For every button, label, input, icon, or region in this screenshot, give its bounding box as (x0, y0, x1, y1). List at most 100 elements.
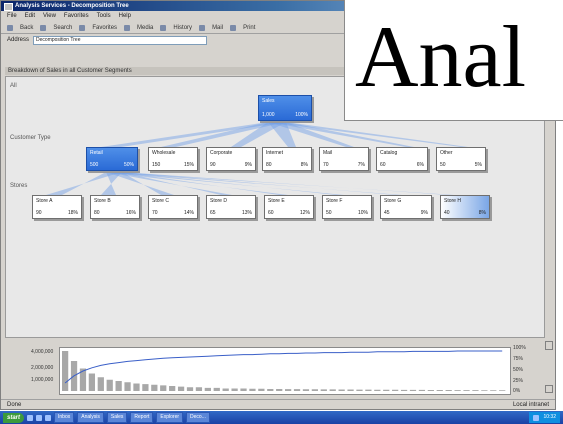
tree-node-store[interactable]: Store A 90 18% (32, 195, 82, 219)
taskbar-button[interactable]: Deco... (186, 412, 210, 423)
address-label: Address (7, 37, 30, 43)
taskbar-button[interactable]: Sales (106, 412, 128, 423)
tree-node-type[interactable]: Mail 70 7% (319, 147, 369, 171)
chart-bar (231, 388, 238, 391)
taskbar-button[interactable]: Analysis (77, 412, 104, 423)
node-value: 60 (268, 210, 274, 216)
chart-bar (240, 388, 247, 391)
tree-node-store[interactable]: Store C 70 14% (148, 195, 198, 219)
scroll-down-button[interactable] (545, 385, 553, 393)
menu-help[interactable]: Help (119, 12, 131, 21)
title-overlay: Anal (344, 0, 563, 121)
node-label: Retail (90, 150, 103, 156)
start-button[interactable]: start (3, 412, 25, 423)
tree-node-type[interactable]: Wholesale 150 15% (148, 147, 198, 171)
chart-bar (169, 386, 176, 391)
chart-y2-tick: 75% (513, 356, 524, 362)
chart-bar (374, 389, 381, 391)
link-type-store-4 (106, 172, 288, 195)
chart-bar (320, 389, 327, 391)
tree-node-type[interactable]: Retail 500 50% (86, 147, 138, 171)
node-value: 150 (152, 162, 161, 168)
chart-bar (463, 390, 470, 391)
print-button[interactable]: Print (241, 24, 257, 32)
tree-node-type[interactable]: Corporate 90 9% (206, 147, 256, 171)
favorites-button[interactable]: Favorites (90, 24, 119, 32)
taskbar-button[interactable]: Explorer (156, 412, 184, 423)
menu-view[interactable]: View (43, 12, 56, 21)
tree-node-root[interactable]: Sales 1,000 100% (258, 95, 312, 121)
chart-bar (293, 389, 301, 391)
node-value: 1,000 (262, 112, 275, 118)
node-value: 80 (94, 210, 100, 216)
chart-bar (445, 390, 452, 391)
node-percent: 9% (244, 162, 252, 168)
quicklaunch-icon[interactable] (36, 414, 43, 421)
chart-bar (436, 390, 443, 391)
tray-icon[interactable] (533, 414, 540, 421)
search-button[interactable]: Search (51, 24, 74, 32)
mail-icon[interactable] (199, 24, 206, 31)
chart-bar (481, 390, 488, 391)
chart-bar (302, 389, 310, 391)
chart-bar (338, 389, 345, 391)
scrollbar-thumb[interactable] (545, 341, 553, 350)
node-value: 60 (380, 162, 386, 168)
node-label: Store F (326, 198, 343, 204)
chart-bar (186, 387, 194, 391)
search-icon[interactable] (40, 24, 47, 31)
chart-y2-tick: 25% (513, 378, 524, 384)
menu-favorites[interactable]: Favorites (64, 12, 89, 21)
pareto-chart-svg (62, 350, 506, 391)
print-icon[interactable] (230, 24, 237, 31)
node-value: 90 (210, 162, 216, 168)
chart-y2-tick: 100% (513, 345, 526, 351)
history-icon[interactable] (160, 24, 167, 31)
node-label: Store C (152, 198, 169, 204)
tree-node-type[interactable]: Internet 80 8% (262, 147, 312, 171)
taskbar-button[interactable]: Report (130, 412, 154, 423)
back-button[interactable]: Back (18, 24, 35, 32)
menu-tools[interactable]: Tools (97, 12, 111, 21)
chart-bar (151, 384, 158, 391)
node-percent: 14% (183, 210, 194, 216)
chart-y-tick: 1,000,000 (31, 377, 54, 383)
chart-bar (133, 383, 140, 391)
node-value: 50 (326, 210, 332, 216)
node-value: 50 (440, 162, 446, 168)
taskbar-button[interactable]: Inbox (54, 412, 75, 423)
tree-node-type[interactable]: Other 50 5% (436, 147, 486, 171)
level-label-customer-type: Customer Type (10, 135, 51, 141)
tree-node-store[interactable]: Store H 40 8% (440, 195, 490, 219)
tree-node-type[interactable]: Catalog 60 6% (376, 147, 428, 171)
node-percent: 12% (299, 210, 310, 216)
chart-bar (490, 390, 497, 391)
chart-y-tick: 2,000,000 (31, 365, 54, 371)
tree-node-store[interactable]: Store B 80 16% (90, 195, 140, 219)
media-button[interactable]: Media (135, 24, 155, 32)
quicklaunch-icon[interactable] (45, 414, 52, 421)
chart-bar (177, 386, 185, 391)
chart-bar (142, 384, 149, 391)
pareto-chart (59, 347, 511, 395)
media-icon[interactable] (124, 24, 131, 31)
favorites-icon[interactable] (79, 24, 86, 31)
tree-node-store[interactable]: Store G 45 9% (380, 195, 432, 219)
node-percent: 10% (357, 210, 368, 216)
chart-bar (499, 390, 506, 391)
chart-bar (472, 390, 479, 391)
history-button[interactable]: History (171, 24, 194, 32)
mail-button[interactable]: Mail (210, 24, 225, 32)
tree-node-store[interactable]: Store F 50 10% (322, 195, 372, 219)
tree-node-store[interactable]: Store D 65 13% (206, 195, 256, 219)
back-icon[interactable] (7, 24, 13, 31)
chart-bar (249, 388, 256, 391)
chart-bar (124, 382, 131, 391)
tree-node-store[interactable]: Store E 60 12% (264, 195, 314, 219)
chart-bar (392, 389, 399, 391)
chart-bar (204, 387, 211, 391)
menu-file[interactable]: File (7, 12, 17, 21)
address-input[interactable]: Decomposition Tree (33, 35, 208, 45)
menu-edit[interactable]: Edit (25, 12, 35, 21)
quicklaunch-icon[interactable] (27, 414, 34, 421)
